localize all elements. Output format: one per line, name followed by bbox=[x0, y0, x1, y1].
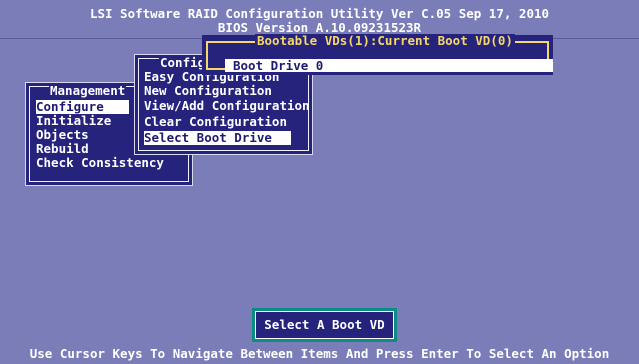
menu-item-objects[interactable]: Objects bbox=[36, 128, 89, 142]
status-bar: Use Cursor Keys To Navigate Between Item… bbox=[0, 344, 639, 364]
boot-vd-dialog: Bootable VDs(1):Current Boot VD(0) Boot … bbox=[202, 33, 553, 75]
menu-item-new-configuration[interactable]: New Configuration bbox=[144, 84, 272, 98]
menu-item-select-boot-drive[interactable]: Select Boot Drive bbox=[144, 131, 291, 145]
management-menu-title: Management bbox=[49, 83, 127, 98]
menu-item-check-consistency[interactable]: Check Consistency bbox=[36, 156, 164, 170]
menu-item-clear-configuration[interactable]: Clear Configuration bbox=[144, 115, 287, 129]
boot-drive-item[interactable]: Boot Drive 0 bbox=[225, 59, 553, 72]
menu-item-configure[interactable]: Configure bbox=[36, 100, 129, 114]
menu-item-view-add-configuration[interactable]: View/Add Configuration bbox=[144, 99, 310, 113]
select-boot-vd-button[interactable]: Select A Boot VD bbox=[252, 308, 397, 342]
menu-item-rebuild[interactable]: Rebuild bbox=[36, 142, 89, 156]
app-title: LSI Software RAID Configuration Utility … bbox=[89, 6, 550, 21]
menu-item-initialize[interactable]: Initialize bbox=[36, 114, 111, 128]
select-boot-vd-label: Select A Boot VD bbox=[255, 311, 394, 339]
boot-vd-dialog-title: Bootable VDs(1):Current Boot VD(0) bbox=[255, 33, 515, 48]
